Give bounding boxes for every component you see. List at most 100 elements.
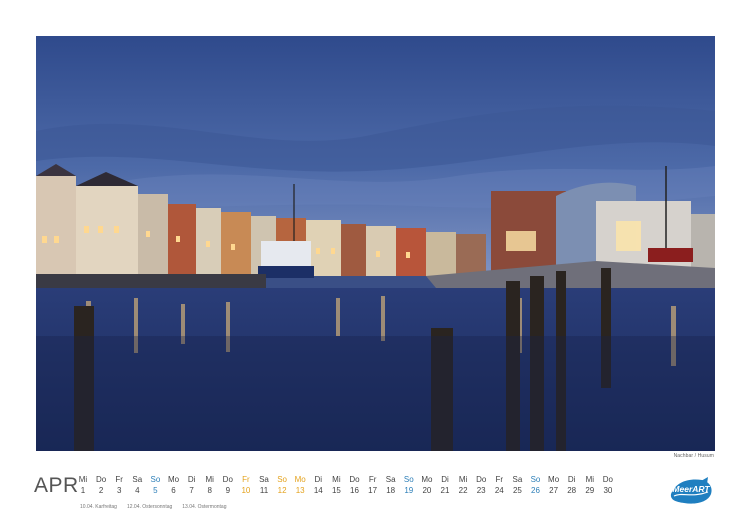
day-cell: Do 9 (219, 475, 237, 496)
weekday-label: Mi (205, 475, 214, 484)
day-cell: Sa 25 (508, 475, 526, 496)
month-label: APR (34, 474, 79, 497)
day-number: 11 (259, 486, 269, 495)
day-cell: So 5 (146, 475, 164, 496)
day-number: 10 (241, 486, 251, 495)
weekday-label: So (150, 475, 161, 484)
weekday-label: Di (314, 475, 323, 484)
weekday-label: Di (187, 475, 196, 484)
weekday-label: So (530, 475, 541, 484)
holiday-item: 10.04. Karfreitag (80, 504, 117, 510)
weekday-label: Mo (421, 475, 433, 484)
holiday-item: 12.04. Ostersonntag (126, 504, 173, 510)
day-number: 16 (350, 486, 359, 495)
weekday-label: Sa (132, 475, 143, 484)
day-cell: Do 30 (599, 475, 617, 496)
weekday-label: Mi (78, 475, 88, 484)
svg-text:MeerART: MeerART (672, 484, 710, 494)
day-cell: So 12 (273, 475, 291, 496)
day-number: 1 (80, 486, 86, 495)
weekday-label: Mo (167, 475, 180, 484)
weekday-label: Sa (259, 475, 269, 484)
day-number: 8 (207, 486, 212, 495)
weekday-label: Sa (512, 475, 523, 484)
day-number: 24 (494, 486, 504, 495)
day-cell: Mi 15 (327, 475, 345, 496)
weekday-label: So (403, 475, 414, 484)
day-cell: Fr 17 (364, 475, 382, 496)
day-cell: Fr 3 (110, 475, 128, 496)
holiday-item: 13.04. Ostermontag (182, 504, 227, 510)
weekday-label: Do (222, 475, 233, 484)
weekday-label: Di (567, 475, 576, 484)
weekday-label: Mi (332, 475, 341, 484)
day-number: 28 (567, 486, 577, 495)
day-cell: So 26 (527, 475, 545, 496)
day-number: 26 (531, 486, 540, 495)
day-number: 5 (153, 486, 158, 495)
day-number: 21 (440, 486, 450, 495)
weekday-label: Do (95, 475, 107, 484)
weekday-label: Mi (585, 475, 595, 484)
day-number: 20 (422, 486, 432, 495)
day-number: 22 (458, 486, 468, 495)
weekday-label: Mi (458, 475, 468, 484)
weekday-label: Mo (294, 475, 306, 484)
weekday-label: Do (349, 475, 360, 484)
weekday-label: Do (602, 475, 613, 484)
day-cell: Mi 8 (201, 475, 219, 496)
day-number: 27 (549, 486, 559, 495)
day-cell: Mo 13 (291, 475, 309, 496)
weekday-label: Fr (368, 475, 377, 484)
day-number: 13 (295, 486, 305, 495)
day-number: 30 (603, 486, 613, 495)
day-number: 29 (585, 486, 595, 495)
day-cell: Mo 27 (545, 475, 563, 496)
day-cell: Do 23 (472, 475, 490, 496)
holiday-list: 10.04. Karfreitag 12.04. Ostersonntag 13.0… (80, 504, 236, 510)
weekday-label: Fr (115, 475, 123, 484)
day-cell: So 19 (400, 475, 418, 496)
weekday-label: Di (441, 475, 449, 484)
day-cell: Do 16 (346, 475, 364, 496)
day-number: 19 (404, 486, 414, 495)
day-cell: Mo 6 (165, 475, 183, 496)
day-cell: Di 7 (183, 475, 201, 496)
day-number: 15 (331, 486, 341, 495)
day-number: 12 (277, 486, 287, 495)
day-number: 25 (512, 486, 522, 495)
day-number: 14 (313, 486, 323, 495)
day-cell: Sa 18 (382, 475, 400, 496)
weekday-label: Mo (548, 475, 560, 484)
meerart-logo: MeerART (668, 476, 714, 506)
day-number: 23 (476, 486, 486, 495)
day-cell: Sa 11 (255, 475, 273, 496)
day-cell: Mi 1 (74, 475, 92, 496)
day-cell: Do 2 (92, 475, 110, 496)
calendar-page: Nachbar / Husum APR Mi 1 Do 2 Fr 3 Sa 4 So 5 Mo 6 Di… (0, 0, 750, 530)
harbor-photo (36, 36, 715, 451)
weekday-label: Sa (385, 475, 396, 484)
day-cell: Di 14 (309, 475, 327, 496)
day-number: 3 (116, 486, 122, 495)
day-cell: Mo 20 (418, 475, 436, 496)
weekday-label: Do (476, 475, 487, 484)
day-cell: Di 21 (436, 475, 454, 496)
day-cell: Mi 29 (581, 475, 599, 496)
day-cell: Fr 24 (490, 475, 508, 496)
day-cell: Sa 4 (128, 475, 146, 496)
day-number: 4 (135, 486, 140, 495)
weekday-label: So (277, 475, 287, 484)
day-number: 18 (386, 486, 396, 495)
day-cell: Di 28 (563, 475, 581, 496)
day-number: 2 (98, 486, 104, 495)
photo-caption: Nachbar / Husum (673, 453, 714, 459)
weekday-label: Fr (242, 475, 250, 484)
day-cell: Mi 22 (454, 475, 472, 496)
weekday-label: Fr (495, 475, 504, 484)
day-number: 6 (171, 486, 176, 495)
day-number: 9 (225, 486, 231, 495)
day-cell: Fr 10 (237, 475, 255, 496)
day-number: 7 (189, 486, 194, 495)
day-number: 17 (368, 486, 378, 495)
